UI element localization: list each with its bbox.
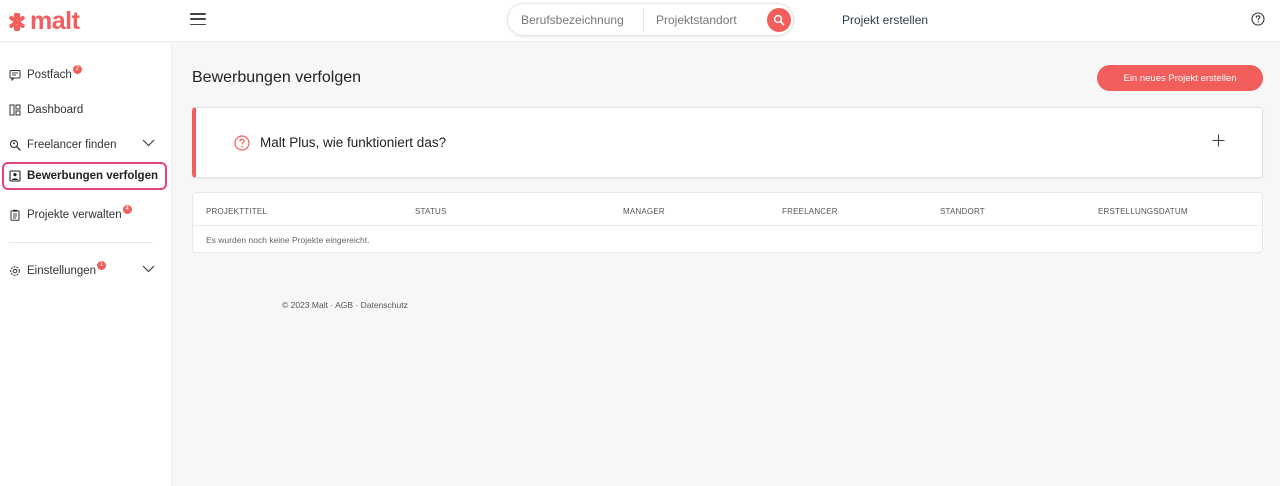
location-input[interactable]: Projektstandort <box>656 13 737 27</box>
sidebar-item-projekte-verwalten[interactable]: Projekte verwalten 4 <box>0 201 168 229</box>
projects-table: PROJEKTTITEL STATUS MANAGER FREELANCER S… <box>192 192 1263 253</box>
malt-logo-icon <box>9 12 25 31</box>
table-empty-message: Es wurden noch keine Projekte eingereich… <box>206 235 370 245</box>
sidebar-item-label: Dashboard <box>27 104 84 116</box>
malt-plus-info-accordion[interactable]: Malt Plus, wie funktioniert das? <box>192 107 1263 178</box>
sidebar-item-einstellungen[interactable]: Einstellungen 1 <box>0 257 168 285</box>
search-icon <box>773 14 785 26</box>
question-circle-icon <box>234 135 250 151</box>
sidebar-item-bewerbungen-verfolgen[interactable]: Bewerbungen verfolgen <box>2 162 167 190</box>
table-header-divider <box>193 225 1262 226</box>
sidebar-item-dashboard[interactable]: Dashboard <box>0 96 168 124</box>
sidebar-item-label: Projekte verwalten <box>27 209 122 221</box>
sidebar-item-freelancer-finden[interactable]: Freelancer finden <box>0 131 168 159</box>
applications-icon <box>9 170 21 182</box>
column-header-freelancer[interactable]: FREELANCER <box>782 207 838 216</box>
chevron-down-icon[interactable] <box>142 139 155 147</box>
column-header-projekttitel[interactable]: PROJEKTTITEL <box>206 207 267 216</box>
help-icon[interactable] <box>1251 12 1265 26</box>
search-person-icon <box>9 139 21 151</box>
notification-badge: 4 <box>122 204 132 214</box>
footer-separator: · <box>330 300 334 310</box>
sidebar-item-label: Bewerbungen verfolgen <box>27 170 158 182</box>
notification-badge: 2 <box>72 64 82 74</box>
sidebar-item-label: Einstellungen <box>27 265 97 277</box>
sidebar-item-postfach[interactable]: Postfach 2 <box>0 61 168 89</box>
search-bar: Berufsbezeichnung Projektstandort <box>507 3 794 36</box>
top-bar: malt Berufsbezeichnung Projektstandort P… <box>0 0 1280 42</box>
inbox-icon <box>9 69 21 81</box>
menu-icon[interactable] <box>190 13 206 25</box>
footer-link-datenschutz[interactable]: Datenschutz <box>361 300 408 310</box>
footer-copyright: © 2023 Malt <box>282 300 328 310</box>
create-new-project-button[interactable]: Ein neues Projekt erstellen <box>1097 65 1263 91</box>
sidebar-divider <box>9 242 153 243</box>
dashboard-icon <box>9 104 21 116</box>
footer-link-agb[interactable]: AGB <box>335 300 353 310</box>
notification-badge: 1 <box>97 260 107 270</box>
page-title: Bewerbungen verfolgen <box>192 69 362 86</box>
sidebar-item-label: Postfach <box>27 69 72 81</box>
column-header-standort[interactable]: STANDORT <box>940 207 985 216</box>
search-button[interactable] <box>767 8 791 32</box>
create-project-link[interactable]: Projekt erstellen <box>842 13 928 27</box>
sidebar-item-label: Freelancer finden <box>27 139 117 151</box>
search-divider <box>643 9 644 31</box>
column-header-status[interactable]: STATUS <box>415 207 447 216</box>
plus-icon[interactable] <box>1212 134 1225 147</box>
footer: © 2023 Malt · AGB · Datenschutz <box>282 300 408 310</box>
sidebar: Postfach 2 Dashboard Freelancer finden B… <box>0 43 172 486</box>
chevron-down-icon[interactable] <box>142 265 155 273</box>
info-card-question: Malt Plus, wie funktioniert das? <box>260 135 447 150</box>
gear-icon <box>9 265 21 277</box>
malt-logo[interactable]: malt <box>6 7 80 36</box>
column-header-manager[interactable]: MANAGER <box>623 207 665 216</box>
job-title-input[interactable]: Berufsbezeichnung <box>521 13 624 27</box>
footer-separator: · <box>355 300 359 310</box>
clipboard-icon <box>9 209 21 221</box>
malt-logo-text: malt <box>30 7 80 35</box>
column-header-erstellungsdatum[interactable]: ERSTELLUNGSDATUM <box>1098 207 1188 216</box>
